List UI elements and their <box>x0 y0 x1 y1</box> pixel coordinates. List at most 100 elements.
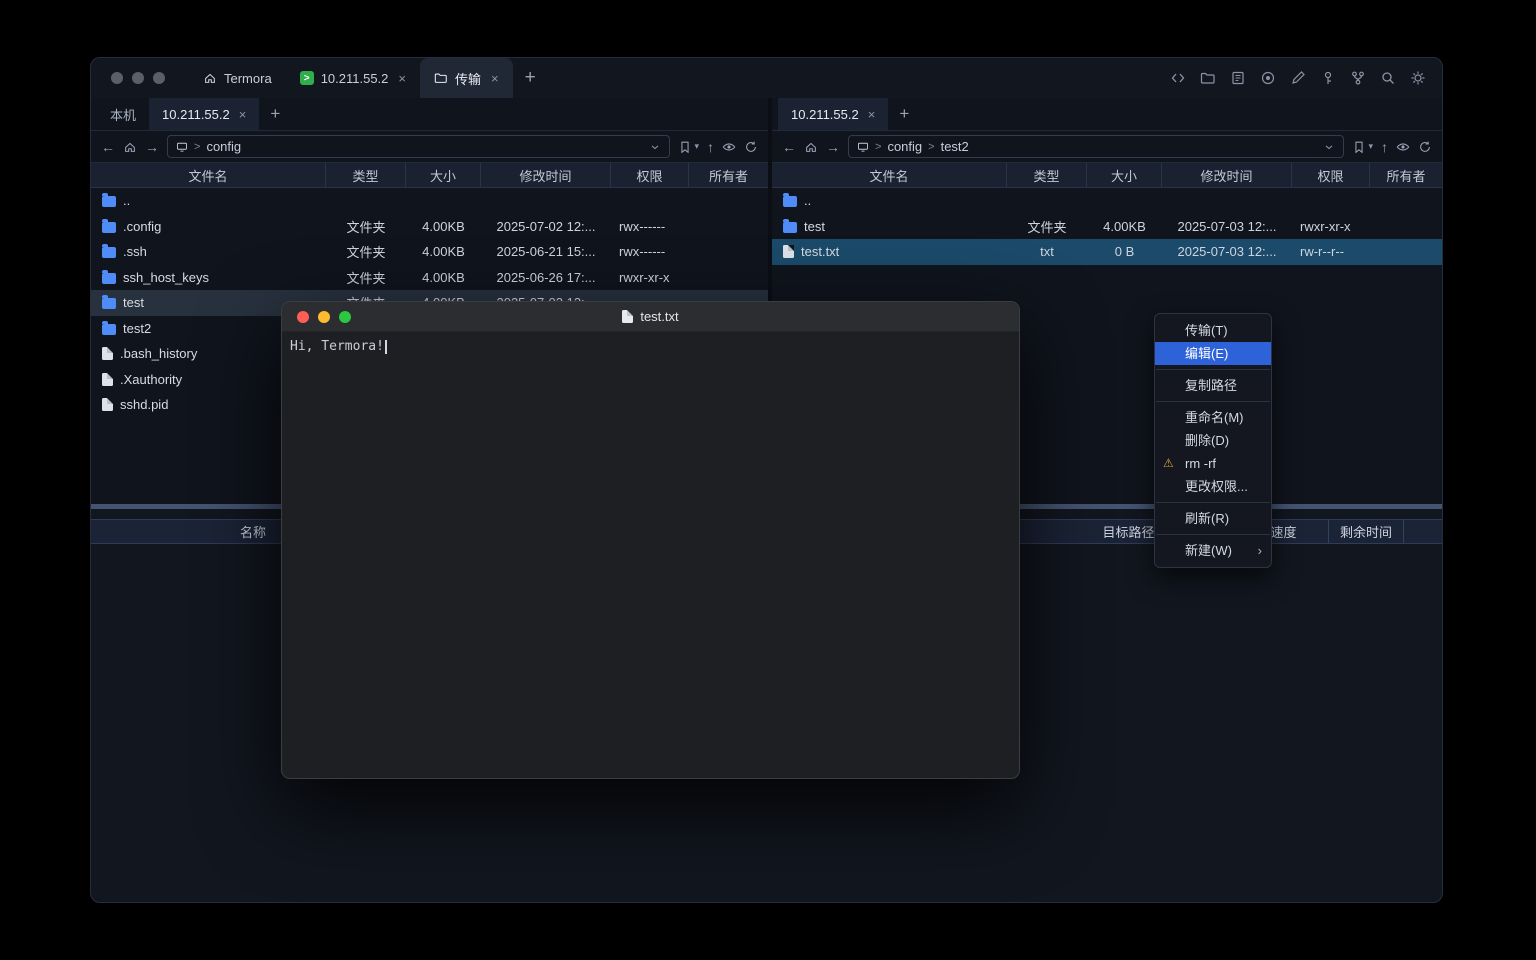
forward-button[interactable]: → <box>826 140 840 154</box>
show-hidden-button[interactable] <box>1396 140 1410 154</box>
file-row[interactable]: .. <box>91 188 768 214</box>
new-panel-tab-button[interactable]: + <box>888 98 920 130</box>
tab-remote-host[interactable]: 10.211.55.2 × <box>778 98 888 130</box>
menu-item-rm-rf[interactable]: ⚠ rm -rf <box>1155 452 1271 475</box>
home-button[interactable] <box>123 140 137 154</box>
tab-ssh-session[interactable]: > 10.211.55.2 × <box>286 58 420 98</box>
new-panel-tab-button[interactable]: + <box>259 98 291 130</box>
file-row[interactable]: test 文件夹 4.00KB 2025-07-03 12:... rwxr-x… <box>772 214 1442 240</box>
minimize-window-button[interactable] <box>132 72 144 84</box>
file-row[interactable]: .. <box>772 188 1442 214</box>
refresh-button[interactable] <box>744 140 758 154</box>
chevron-down-icon[interactable] <box>649 141 661 153</box>
menu-separator <box>1156 401 1270 402</box>
tab-transfer[interactable]: 传输 × <box>420 58 513 98</box>
menu-item-copy-path[interactable]: 复制路径 <box>1155 374 1271 397</box>
edit-icon[interactable] <box>1290 70 1306 86</box>
column-header-name[interactable]: 文件名 <box>772 163 1007 187</box>
file-mtime: 2025-06-26 17:... <box>481 270 611 285</box>
path-breadcrumb[interactable]: > config > test2 <box>848 135 1344 158</box>
tab-local[interactable]: 本机 <box>97 98 149 130</box>
close-tab-icon[interactable]: × <box>491 71 499 86</box>
upload-button[interactable]: ↑ <box>707 140 714 154</box>
tab-label: 10.211.55.2 <box>791 107 859 122</box>
forward-button[interactable]: → <box>145 140 159 154</box>
back-button[interactable]: ← <box>101 140 115 154</box>
upload-button[interactable]: ↑ <box>1381 140 1388 154</box>
search-icon[interactable] <box>1380 70 1396 86</box>
file-icon <box>102 398 113 411</box>
editor-window-controls <box>297 311 351 323</box>
computer-icon <box>176 141 188 153</box>
folder-icon <box>102 196 116 207</box>
close-window-button[interactable] <box>297 311 309 323</box>
bookmark-button[interactable]: ▾ <box>678 140 699 154</box>
tab-label: Termora <box>224 71 272 86</box>
bookmark-button[interactable]: ▾ <box>1352 140 1373 154</box>
chevron-down-icon[interactable] <box>1323 141 1335 153</box>
column-header-size[interactable]: 大小 <box>406 163 481 187</box>
back-button[interactable]: ← <box>782 140 796 154</box>
editor-content[interactable]: Hi, Termora! <box>282 332 1019 361</box>
close-tab-icon[interactable]: × <box>398 71 406 86</box>
editor-titlebar[interactable]: test.txt <box>282 302 1019 332</box>
column-header-name[interactable]: 文件名 <box>91 163 326 187</box>
file-perm: rwxr-xr-x <box>611 270 689 285</box>
column-header-perm[interactable]: 权限 <box>611 163 689 187</box>
chevron-right-icon: › <box>1258 539 1262 562</box>
menu-item-rename[interactable]: 重命名(M) <box>1155 406 1271 429</box>
folder-icon[interactable] <box>1200 70 1216 86</box>
menu-item-refresh[interactable]: 刷新(R) <box>1155 507 1271 530</box>
breadcrumb-separator: > <box>194 141 200 153</box>
code-icon[interactable] <box>1170 70 1186 86</box>
tab-label: 本机 <box>110 105 136 124</box>
new-tab-button[interactable]: + <box>513 58 548 98</box>
menu-item-new[interactable]: 新建(W) › <box>1155 539 1271 562</box>
home-button[interactable] <box>804 140 818 154</box>
file-mtime: 2025-07-03 12:... <box>1162 219 1292 234</box>
key-icon[interactable] <box>1320 70 1336 86</box>
menu-item-edit[interactable]: 编辑(E) <box>1155 342 1271 365</box>
path-breadcrumb[interactable]: > config <box>167 135 670 158</box>
gear-icon[interactable] <box>1410 70 1426 86</box>
column-header-size[interactable]: 大小 <box>1087 163 1162 187</box>
tab-remote-host[interactable]: 10.211.55.2 × <box>149 98 259 130</box>
menu-item-delete[interactable]: 删除(D) <box>1155 429 1271 452</box>
column-header-type[interactable]: 类型 <box>1007 163 1087 187</box>
close-window-button[interactable] <box>111 72 123 84</box>
breadcrumb-segment[interactable]: test2 <box>941 139 969 154</box>
menu-item-transfer[interactable]: 传输(T) <box>1155 319 1271 342</box>
close-tab-icon[interactable]: × <box>868 107 876 122</box>
column-header-owner[interactable]: 所有者 <box>1370 163 1442 187</box>
chevron-down-icon: ▾ <box>1368 141 1373 152</box>
refresh-button[interactable] <box>1418 140 1432 154</box>
column-header-mtime[interactable]: 修改时间 <box>1162 163 1292 187</box>
column-header-perm[interactable]: 权限 <box>1292 163 1370 187</box>
show-hidden-button[interactable] <box>722 140 736 154</box>
titlebar-actions <box>1170 58 1426 98</box>
breadcrumb-segment[interactable]: config <box>887 139 922 154</box>
column-header-type[interactable]: 类型 <box>326 163 406 187</box>
file-name: test2 <box>123 321 151 336</box>
file-row[interactable]: ssh_host_keys 文件夹 4.00KB 2025-06-26 17:.… <box>91 265 768 291</box>
close-tab-icon[interactable]: × <box>239 107 247 122</box>
window-controls <box>91 58 165 98</box>
tab-termora-home[interactable]: Termora <box>189 58 286 98</box>
column-header-mtime[interactable]: 修改时间 <box>481 163 611 187</box>
column-header-owner[interactable]: 所有者 <box>689 163 768 187</box>
zoom-window-button[interactable] <box>339 311 351 323</box>
file-name: .. <box>804 193 811 208</box>
breadcrumb-segment[interactable]: config <box>206 139 241 154</box>
file-row[interactable]: .config 文件夹 4.00KB 2025-07-02 12:... rwx… <box>91 214 768 240</box>
log-icon[interactable] <box>1230 70 1246 86</box>
menu-item-chmod[interactable]: 更改权限... <box>1155 475 1271 498</box>
file-name: test <box>123 295 144 310</box>
zoom-window-button[interactable] <box>153 72 165 84</box>
minimize-window-button[interactable] <box>318 311 330 323</box>
branch-icon[interactable] <box>1350 70 1366 86</box>
file-name: test <box>804 219 825 234</box>
record-icon[interactable] <box>1260 70 1276 86</box>
file-row[interactable]: .ssh 文件夹 4.00KB 2025-06-21 15:... rwx---… <box>91 239 768 265</box>
file-row-selected[interactable]: test.txt txt 0 B 2025-07-03 12:... rw-r-… <box>772 239 1442 265</box>
folder-icon <box>102 247 116 258</box>
